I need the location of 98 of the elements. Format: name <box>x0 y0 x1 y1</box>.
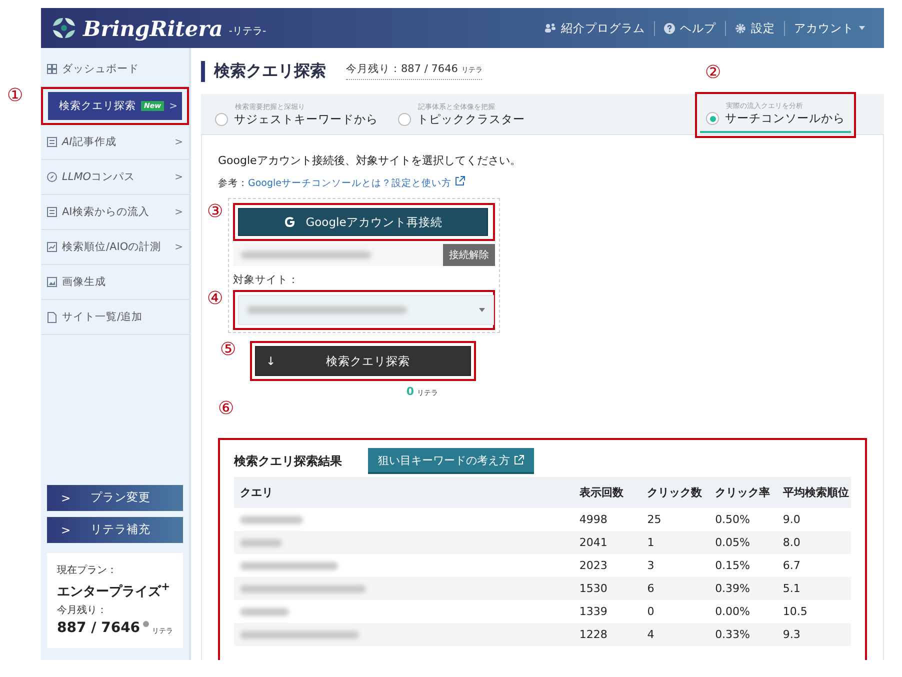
google-reconnect-button[interactable]: Googleアカウント再接続 <box>238 208 488 236</box>
remaining-label: 今月残り： <box>57 604 108 617</box>
column-header: クリック数 <box>646 485 704 501</box>
google-g-icon <box>284 216 296 228</box>
table-cell-text: 4998 <box>578 512 608 528</box>
annotation-number: ⑥ <box>218 400 234 418</box>
remaining-value: 887 / 7646 <box>57 620 140 636</box>
chart-icon <box>47 242 57 252</box>
column-header: クエリ <box>239 485 274 501</box>
table-cell-text: 0.05% <box>714 535 752 551</box>
nav-link[interactable]: アカウント <box>784 20 874 36</box>
instruction-text: Googleアカウント接続後、対象サイトを選択してください。 <box>218 153 521 168</box>
chevron-icon: > <box>174 172 183 182</box>
redacted-query <box>240 516 303 524</box>
results-title: 検索クエリ探索結果 <box>234 452 342 470</box>
sidebar-item[interactable]: ダッシュボード <box>41 52 189 87</box>
sidebar-action-button[interactable]: > プラン変更 <box>47 484 183 511</box>
nav-link[interactable]: ヘルプ <box>654 20 725 36</box>
column-header: 平均検索順位 <box>782 485 850 501</box>
table-cell-text: 5.1 <box>782 581 802 597</box>
table-cell-text: 6 <box>646 581 656 597</box>
column-header: クリック率 <box>714 485 772 501</box>
chevron-icon: > <box>174 136 183 148</box>
sidebar-item[interactable]: AI記事作成 > <box>41 125 189 160</box>
sidebar-item[interactable]: 画像生成 <box>41 265 189 300</box>
document-icon <box>47 207 57 217</box>
sidebar-item-label: 検索順位/AIOの計測 <box>62 240 162 254</box>
annotation-number: ① <box>7 87 24 105</box>
annotation-number: ⑤ <box>220 341 236 359</box>
table-cell-text: 0.39% <box>714 581 752 597</box>
sidebar-action-button[interactable]: > リテラ補充 <box>47 516 183 543</box>
table-cell-text: 0 <box>646 604 656 620</box>
page-title: 検索クエリ探索 <box>201 60 326 82</box>
compass-icon <box>47 172 57 182</box>
logo-subtitle: -リテラ- <box>228 25 266 38</box>
column-header: 表示回数 <box>578 485 624 501</box>
table-cell-text: 1530 <box>578 581 608 597</box>
table-cell-text: 0.00% <box>714 604 752 620</box>
table-cell-text: 0.50% <box>714 512 752 528</box>
plan-name: エンタープライズ$^{+}$ <box>57 580 172 600</box>
chevron-icon: > <box>174 242 183 252</box>
table-cell-text: 8.0 <box>782 535 802 551</box>
help-icon <box>664 22 675 34</box>
sidebar-item[interactable]: サイト一覧/追加 <box>41 300 189 335</box>
table-cell-text: 9.0 <box>782 512 802 528</box>
nav-link[interactable]: 設定 <box>725 20 784 36</box>
document-icon <box>47 137 57 147</box>
help-icon[interactable] <box>143 620 149 628</box>
sidebar-item-label: AI検索からの流入 <box>62 205 150 219</box>
redacted-query <box>240 538 282 546</box>
sidebar-item-label: サイト一覧/追加 <box>62 310 143 324</box>
table-cell-text: 1228 <box>578 627 608 643</box>
plan-label: 現在プラン： <box>57 564 118 577</box>
table-cell-text: 0.15% <box>714 558 752 574</box>
help-link[interactable]: Googleサーチコンソールとは？設定と使い方 <box>248 178 465 189</box>
sidebar-item-label: LLMOコンパス <box>62 170 136 184</box>
redacted-query <box>240 608 289 616</box>
table-cell-text: 10.5 <box>782 604 808 620</box>
settings-icon <box>735 22 746 34</box>
annotation-number: ② <box>705 64 722 82</box>
keyword-guide-button[interactable]: 狙い目キーワードの考え方 <box>368 448 534 474</box>
chevron-icon: > <box>169 100 178 112</box>
page-icon <box>47 312 57 322</box>
table-cell-text: 2041 <box>578 535 608 551</box>
chevron-icon: > <box>174 206 183 218</box>
logo-text: BringRitera <box>83 16 223 40</box>
table-cell-text: 6.7 <box>782 558 802 574</box>
sidebar-item[interactable]: 検索順位/AIOの計測 > <box>41 230 189 265</box>
caret-icon <box>479 308 485 312</box>
table-cell-text: 25 <box>646 512 662 528</box>
external-link-icon <box>514 455 524 465</box>
reference-text: 参考：Googleサーチコンソールとは？設定と使い方 <box>218 176 465 190</box>
table-cell-text: 3 <box>646 558 656 574</box>
sidebar-item-label: 検索クエリ探索 <box>59 99 136 113</box>
sidebar-item[interactable]: AI検索からの流入 > <box>41 195 189 230</box>
site-label: 対象サイト： <box>233 273 300 287</box>
table-cell-text: 0.33% <box>714 627 752 643</box>
users-icon <box>544 23 556 33</box>
caret-icon <box>859 26 865 30</box>
disconnect-button[interactable]: 接続解除 <box>443 244 495 266</box>
nav-link[interactable]: 紹介プログラム <box>535 20 654 36</box>
sidebar-item-label: AI記事作成 <box>62 135 116 149</box>
logo-icon <box>51 16 77 40</box>
annotation-number: ③ <box>207 203 224 221</box>
annotation-number: ④ <box>207 290 224 308</box>
table-cell-text: 2023 <box>578 558 608 574</box>
table-cell-text: 4 <box>646 627 656 643</box>
cost-value: 0 <box>406 385 414 398</box>
table-cell-text: 9.3 <box>782 627 802 643</box>
table-cell-text: 1 <box>646 535 656 551</box>
grid-icon <box>47 64 57 74</box>
image-icon <box>47 277 57 287</box>
sidebar-item-label: ダッシュボード <box>62 62 139 76</box>
table-cell-text: 1339 <box>578 604 608 620</box>
search-query-button[interactable]: ↓ 検索クエリ探索 <box>255 346 471 376</box>
external-link-icon <box>454 176 465 186</box>
sidebar-item[interactable]: LLMOコンパス > <box>41 160 189 195</box>
sidebar-item-label: 画像生成 <box>62 275 106 289</box>
